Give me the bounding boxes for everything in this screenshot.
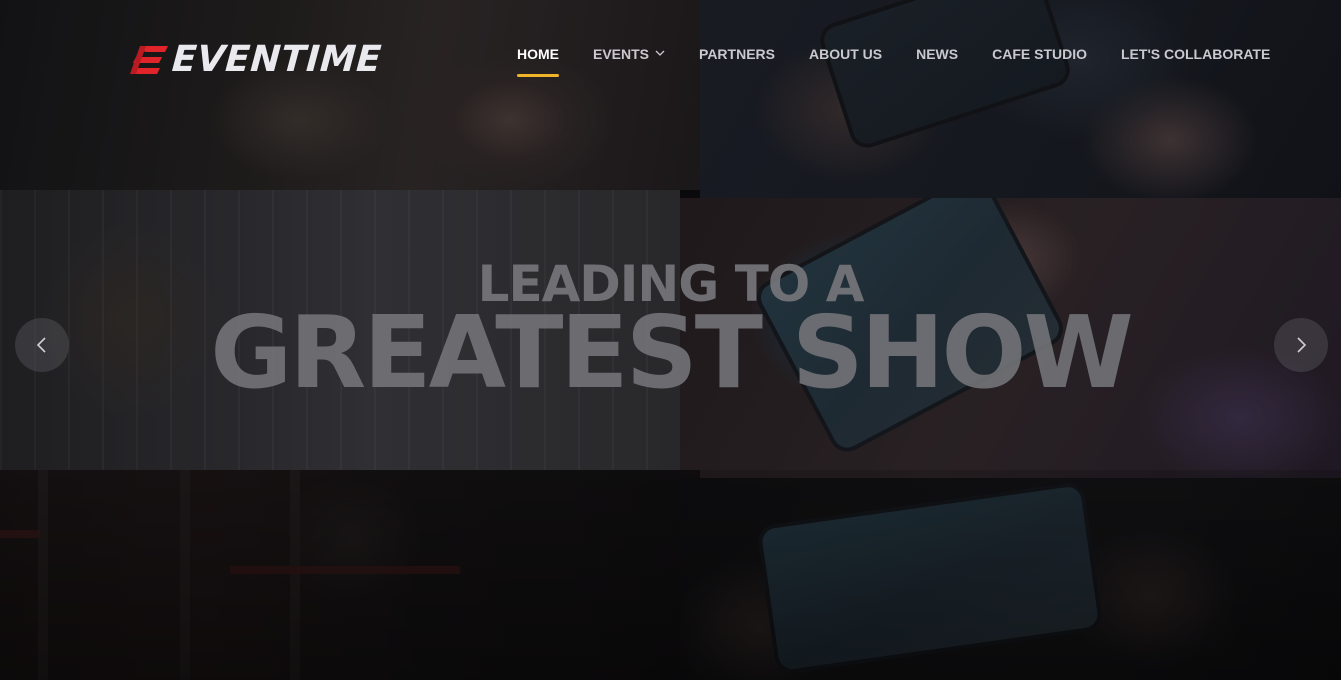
chevron-left-icon — [36, 337, 46, 353]
chevron-down-icon — [655, 50, 665, 56]
nav-label: LET'S COLLABORATE — [1121, 46, 1271, 62]
nav-lets-collaborate[interactable]: LET'S COLLABORATE — [1121, 46, 1270, 78]
nav-cafe-studio[interactable]: CAFE STUDIO — [992, 46, 1087, 78]
main-nav: HOME EVENTS PARTNERS ABOUT US NEWS CAFE … — [517, 46, 1270, 78]
hero-headline: LEADING TO A GREATEST SHOW — [0, 255, 1341, 411]
nav-label: CAFE STUDIO — [992, 46, 1087, 62]
next-slide-button[interactable] — [1274, 318, 1328, 372]
nav-label: NEWS — [916, 46, 959, 62]
eventime-logo-icon — [130, 46, 168, 74]
nav-label: PARTNERS — [699, 46, 775, 62]
nav-label: EVENTS — [593, 46, 650, 62]
logo-wordmark: EVENTIME — [170, 39, 384, 80]
nav-events[interactable]: EVENTS — [593, 46, 665, 78]
site-header: EVENTIME HOME EVENTS PARTNERS ABOUT US N… — [0, 0, 1341, 120]
nav-about-us[interactable]: ABOUT US — [809, 46, 882, 78]
nav-news[interactable]: NEWS — [916, 46, 958, 78]
prev-slide-button[interactable] — [15, 318, 69, 372]
nav-home[interactable]: HOME — [517, 46, 559, 78]
headline-line-2: GREATEST SHOW — [210, 294, 1134, 411]
logo-link[interactable]: EVENTIME — [130, 39, 384, 80]
bottom-shade — [0, 470, 1341, 680]
nav-label: ABOUT US — [808, 46, 883, 62]
chevron-right-icon — [1297, 337, 1307, 353]
nav-partners[interactable]: PARTNERS — [699, 46, 775, 78]
nav-label: HOME — [517, 46, 559, 62]
